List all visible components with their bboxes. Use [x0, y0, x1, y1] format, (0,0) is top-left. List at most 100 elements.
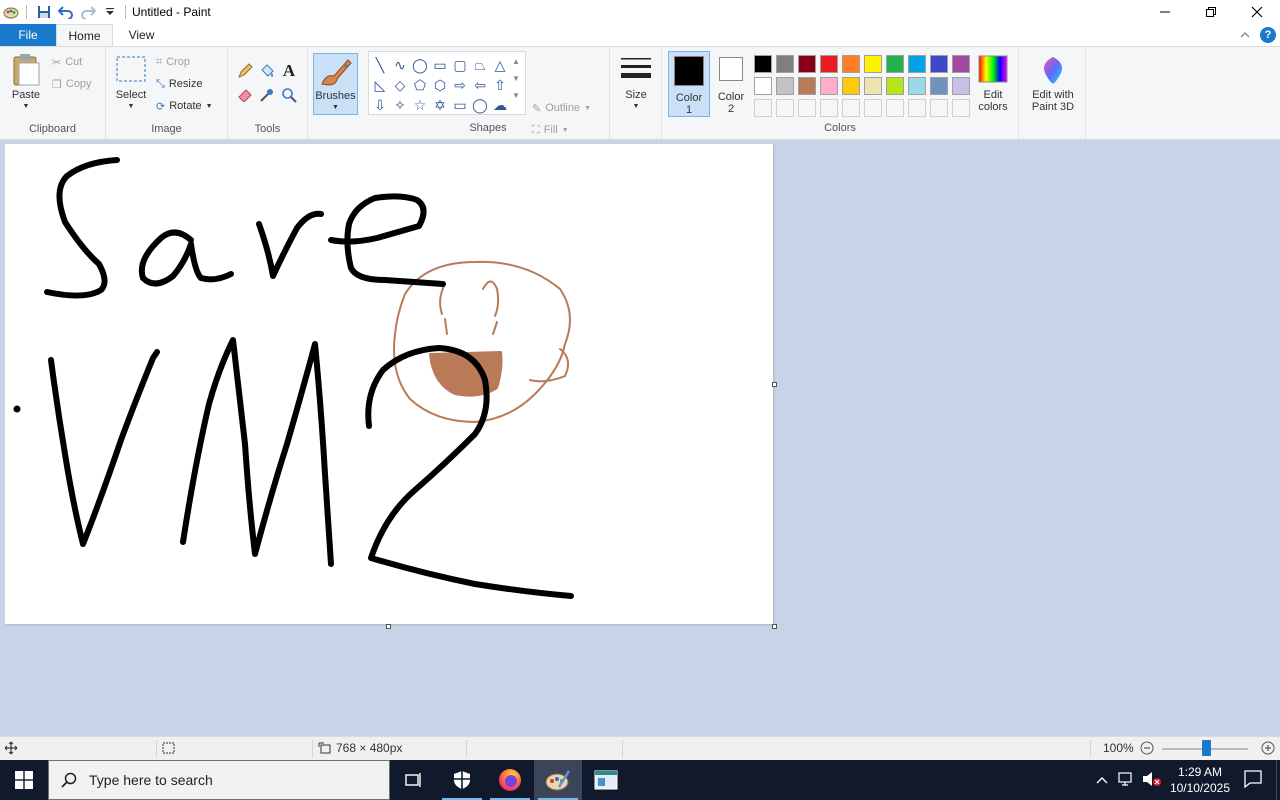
palette-swatch-r2-c8[interactable]	[908, 77, 926, 95]
palette-swatch-r1-c8[interactable]	[908, 55, 926, 73]
shapes-scroll-down-icon[interactable]: ▼	[512, 74, 520, 83]
rectangle-shape-icon[interactable]: ▭	[430, 55, 450, 75]
eraser-icon[interactable]	[234, 83, 256, 107]
restore-button[interactable]	[1188, 0, 1234, 24]
left-arrow-shape-icon[interactable]: ⇦	[470, 75, 490, 95]
oval-shape-icon[interactable]: ◯	[410, 55, 430, 75]
custom-color-slot[interactable]	[798, 99, 816, 117]
five-point-star-shape-icon[interactable]: ☆	[410, 95, 430, 115]
canvas-workspace[interactable]	[0, 140, 1280, 736]
brushes-button[interactable]: Brushes ▼	[313, 53, 358, 115]
start-button[interactable]	[0, 760, 48, 800]
size-button[interactable]: Size ▼	[616, 55, 656, 113]
custom-color-slot[interactable]	[864, 99, 882, 117]
custom-color-slot[interactable]	[886, 99, 904, 117]
pencil-icon[interactable]	[234, 59, 256, 83]
taskbar-firefox[interactable]	[486, 760, 534, 800]
hexagon-shape-icon[interactable]: ⬡	[430, 75, 450, 95]
copy-button[interactable]: ❐ Copy	[52, 73, 92, 95]
custom-color-slot[interactable]	[842, 99, 860, 117]
resize-handle-bottom[interactable]	[386, 624, 391, 629]
color-picker-icon[interactable]	[256, 83, 278, 107]
close-button[interactable]	[1234, 0, 1280, 24]
line-shape-icon[interactable]: ╲	[370, 55, 390, 75]
task-view-button[interactable]	[390, 760, 438, 800]
palette-swatch-r2-c7[interactable]	[886, 77, 904, 95]
collapse-ribbon-icon[interactable]	[1240, 28, 1250, 42]
tab-home[interactable]: Home	[56, 24, 113, 46]
color2-button[interactable]: Color 2	[712, 55, 750, 115]
palette-swatch-r1-c7[interactable]	[886, 55, 904, 73]
palette-swatch-r2-c6[interactable]	[864, 77, 882, 95]
taskbar-paint[interactable]	[534, 760, 582, 800]
zoom-out-button[interactable]	[1140, 741, 1154, 758]
custom-color-slot[interactable]	[754, 99, 772, 117]
four-point-star-shape-icon[interactable]: ✧	[390, 95, 410, 115]
edit-with-paint3d-button[interactable]: Edit with Paint 3D	[1025, 55, 1081, 113]
shapes-scroll-up-icon[interactable]: ▲	[512, 57, 520, 66]
palette-swatch-r2-c4[interactable]	[820, 77, 838, 95]
palette-swatch-r2-c5[interactable]	[842, 77, 860, 95]
rotate-button[interactable]: ⟳ Rotate ▼	[156, 95, 213, 117]
polygon-shape-icon[interactable]: ⏢	[470, 55, 490, 75]
zoom-slider-thumb[interactable]	[1202, 740, 1211, 756]
pentagon-shape-icon[interactable]: ⬠	[410, 75, 430, 95]
minimize-button[interactable]	[1142, 0, 1188, 24]
save-icon[interactable]	[33, 1, 55, 23]
down-arrow-shape-icon[interactable]: ⇩	[370, 95, 390, 115]
resize-handle-right[interactable]	[772, 382, 777, 387]
resize-button[interactable]: ⤡ Resize	[156, 73, 213, 95]
select-button[interactable]: Select ▼	[112, 55, 150, 113]
six-point-star-shape-icon[interactable]: ✡	[430, 95, 450, 115]
resize-handle-corner[interactable]	[772, 624, 777, 629]
help-icon[interactable]: ?	[1260, 27, 1276, 43]
outline-button[interactable]: ✎ Outline ▼	[532, 97, 591, 119]
palette-swatch-r1-c2[interactable]	[776, 55, 794, 73]
palette-swatch-r1-c3[interactable]	[798, 55, 816, 73]
triangle-shape-icon[interactable]: △	[490, 55, 510, 75]
taskbar-security-app[interactable]	[438, 760, 486, 800]
taskbar-search-box[interactable]: Type here to search	[48, 760, 390, 800]
diamond-shape-icon[interactable]: ◇	[390, 75, 410, 95]
custom-color-slot[interactable]	[820, 99, 838, 117]
oval-callout-shape-icon[interactable]: ◯	[470, 95, 490, 115]
palette-swatch-r1-c6[interactable]	[864, 55, 882, 73]
show-hidden-icons-chevron-icon[interactable]	[1096, 773, 1108, 787]
right-triangle-shape-icon[interactable]: ◺	[370, 75, 390, 95]
redo-icon[interactable]	[77, 1, 99, 23]
tab-file[interactable]: File	[0, 24, 56, 46]
curve-shape-icon[interactable]: ∿	[390, 55, 410, 75]
show-desktop-button[interactable]	[1276, 760, 1280, 800]
palette-swatch-r2-c9[interactable]	[930, 77, 948, 95]
crop-button[interactable]: ⌗ Crop	[156, 51, 213, 73]
cut-button[interactable]: ✂ Cut	[52, 51, 92, 73]
system-clock[interactable]: 1:29 AM 10/10/2025	[1170, 764, 1230, 796]
drawing-canvas[interactable]	[5, 144, 773, 624]
palette-swatch-r2-c3[interactable]	[798, 77, 816, 95]
fill-bucket-icon[interactable]	[256, 59, 278, 83]
paste-button[interactable]: Paste ▼	[6, 53, 46, 113]
magnifier-icon[interactable]	[278, 83, 300, 107]
text-tool-icon[interactable]: A	[278, 59, 300, 83]
custom-color-slot[interactable]	[930, 99, 948, 117]
customize-qa-chevron-icon[interactable]	[99, 1, 121, 23]
palette-swatch-r1-c4[interactable]	[820, 55, 838, 73]
palette-swatch-r2-c2[interactable]	[776, 77, 794, 95]
palette-swatch-r1-c9[interactable]	[930, 55, 948, 73]
taskbar-app-window[interactable]	[582, 760, 630, 800]
cloud-callout-shape-icon[interactable]: ☁	[490, 95, 510, 115]
right-arrow-shape-icon[interactable]: ⇨	[450, 75, 470, 95]
undo-icon[interactable]	[55, 1, 77, 23]
paint-app-icon[interactable]	[0, 1, 22, 23]
rounded-rectangle-shape-icon[interactable]: ▢	[450, 55, 470, 75]
custom-color-slot[interactable]	[776, 99, 794, 117]
volume-muted-icon[interactable]	[1142, 771, 1162, 790]
custom-color-slot[interactable]	[908, 99, 926, 117]
tab-view[interactable]: View	[113, 24, 170, 46]
shapes-expand-icon[interactable]: ▼	[512, 91, 520, 100]
palette-swatch-r1-c1[interactable]	[754, 55, 772, 73]
network-icon[interactable]	[1118, 771, 1136, 790]
palette-swatch-r2-c10[interactable]	[952, 77, 970, 95]
zoom-in-button[interactable]	[1261, 741, 1275, 758]
notifications-icon[interactable]	[1244, 769, 1262, 791]
